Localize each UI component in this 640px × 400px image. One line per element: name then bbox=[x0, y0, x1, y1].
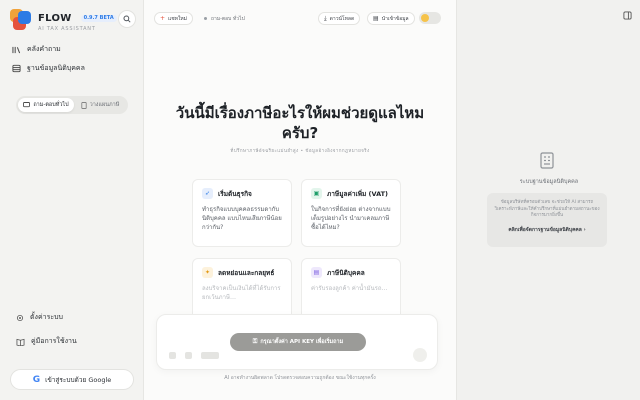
mode-tab-label: ถาม-ตอบทั่วไป bbox=[33, 102, 69, 108]
sidebar: FLOW 0.9.7 BETA AI TAX ASSISTANT คลังคำถ… bbox=[0, 0, 144, 400]
card-description: ค่ารับรองลูกค้า ค่าน้ำมันรถ… bbox=[311, 285, 388, 292]
google-login-label: เข้าสู่ระบบด้วย Google bbox=[45, 375, 112, 384]
chevron-right-icon: › bbox=[583, 226, 586, 233]
document-icon bbox=[81, 101, 87, 109]
card-description: ทำธุรกิจแบบบุคคลธรรมดากับ นิติบุคคล แบบไ… bbox=[202, 206, 282, 231]
library-icon bbox=[12, 46, 21, 53]
import-data-button[interactable]: ▤ นำเข้าข้อมูล bbox=[367, 12, 415, 25]
sidebar-item-label: คู่มือการใช้งาน bbox=[31, 337, 77, 345]
panel-toggle-icon bbox=[622, 10, 632, 20]
card-description: ในกิจการที่ยังย่อย ต่างจากแบบเต็มรูปอย่า… bbox=[311, 206, 391, 231]
download-label: ดาวน์โหลด bbox=[329, 15, 355, 22]
new-chat-button[interactable]: + แชทใหม่ bbox=[154, 12, 193, 25]
card-title: ลดหย่อนและกลยุทธ์ bbox=[218, 268, 275, 277]
sidebar-item-database[interactable]: ฐานข้อมูลนิติบุคคล bbox=[12, 63, 85, 74]
sidebar-item-guide[interactable]: คู่มือการใช้งาน bbox=[16, 336, 77, 347]
welcome-subline: ที่ปรึกษาภาษีอัจฉริยะแม่นยำสูง • ข้อมูลอ… bbox=[230, 149, 370, 154]
card-title: ภาษีนิติบุคคล bbox=[327, 268, 365, 277]
ai-disclaimer: AI อาจทำงานผิดพลาด โปรดตรวจสอบความถูกต้อ… bbox=[224, 375, 376, 381]
receipt-icon: ▣ bbox=[311, 188, 322, 199]
empty-state-description: ข้อมูลบริษัทที่ครอบตัวเลข จะช่วยให้ AI ส… bbox=[494, 200, 600, 218]
suggestion-card[interactable]: ▣ ภาษีมูลค่าเพิ่ม (VAT) ในกิจการที่ยังย่… bbox=[301, 179, 401, 247]
card-description: ลงบริจาคเป็นเงินได้ที่ได้รับการยกเว้นภาษ… bbox=[202, 285, 281, 301]
google-icon: G bbox=[32, 374, 41, 385]
mode-tab-label: วางแผนภาษี bbox=[89, 102, 120, 108]
sidebar-item-settings[interactable]: ตั้งค่าระบบ bbox=[16, 312, 63, 323]
flow-logo bbox=[10, 9, 32, 31]
status-dot-icon bbox=[204, 17, 207, 20]
sidebar-item-label: ตั้งค่าระบบ bbox=[30, 313, 63, 321]
chat-icon bbox=[23, 102, 31, 108]
microphone-icon[interactable] bbox=[185, 352, 192, 359]
api-key-label: กรุณาตั้งค่า API KEY เพื่อเริ่มถาม bbox=[260, 339, 344, 345]
manage-database-label: คลิกเพื่อจัดการฐานข้อมูลนิติบุคคล bbox=[508, 226, 582, 233]
current-mode-label: ถาม-ตอบ ทั่วไป bbox=[211, 15, 245, 22]
sidebar-item-library[interactable]: คลังคำถาม bbox=[12, 44, 61, 55]
card-title: ภาษีมูลค่าเพิ่ม (VAT) bbox=[327, 189, 389, 198]
main-chat-area: + แชทใหม่ ถาม-ตอบ ทั่วไป ⤓ ดาวน์โหลด ▤ น… bbox=[144, 0, 456, 400]
building-icon: ▤ bbox=[311, 267, 322, 278]
rocket-icon: ➶ bbox=[202, 188, 213, 199]
panel-title: ระบบฐานข้อมูลนิติบุคคล bbox=[519, 179, 579, 185]
send-button[interactable] bbox=[413, 348, 427, 362]
card-title: เริ่มต้นธุรกิจ bbox=[218, 189, 252, 198]
mode-tab-planning[interactable]: วางแผนภาษี bbox=[74, 98, 126, 112]
manage-database-link[interactable]: คลิกเพื่อจัดการฐานข้อมูลนิติบุคคล › bbox=[493, 226, 601, 234]
building-large-icon bbox=[540, 152, 554, 169]
database-small-icon: ▤ bbox=[373, 14, 379, 22]
theme-toggle[interactable] bbox=[419, 12, 441, 24]
key-icon: ⚿ bbox=[252, 338, 258, 345]
attach-icon[interactable] bbox=[169, 352, 176, 359]
empty-state-card: ข้อมูลบริษัทที่ครอบตัวเลข จะช่วยให้ AI ส… bbox=[487, 193, 607, 247]
download-icon: ⤓ bbox=[324, 14, 327, 22]
brand-name: FLOW bbox=[38, 13, 72, 24]
plus-icon: + bbox=[160, 14, 166, 22]
search-button[interactable] bbox=[118, 10, 136, 28]
import-data-label: นำเข้าข้อมูล bbox=[381, 15, 409, 22]
sun-icon bbox=[421, 14, 429, 22]
gear-icon bbox=[16, 314, 24, 321]
collapse-panel-button[interactable] bbox=[621, 9, 633, 21]
suggestion-card[interactable]: ➶ เริ่มต้นธุรกิจ ทำธุรกิจแบบบุคคลธรรมดาก… bbox=[192, 179, 292, 247]
mode-switcher: ถาม-ตอบทั่วไป วางแผนภาษี bbox=[16, 96, 128, 114]
chat-composer[interactable]: ⚿ กรุณาตั้งค่า API KEY เพื่อเริ่มถาม bbox=[156, 314, 438, 370]
lightbulb-icon: ✦ bbox=[202, 267, 213, 278]
breadcrumb: ถาม-ตอบ ทั่วไป bbox=[204, 12, 245, 25]
download-button[interactable]: ⤓ ดาวน์โหลด bbox=[318, 12, 361, 25]
brand-subtitle: AI TAX ASSISTANT bbox=[38, 26, 96, 32]
google-login-button[interactable]: G เข้าสู่ระบบด้วย Google bbox=[10, 369, 134, 390]
set-api-key-button[interactable]: ⚿ กรุณาตั้งค่า API KEY เพื่อเริ่มถาม bbox=[230, 333, 366, 351]
search-icon bbox=[123, 15, 131, 23]
composer-tools bbox=[169, 352, 219, 359]
version-badge: 0.9.7 BETA bbox=[80, 15, 117, 22]
brand[interactable]: FLOW 0.9.7 BETA AI TAX ASSISTANT bbox=[10, 8, 117, 32]
mode-tab-general[interactable]: ถาม-ตอบทั่วไป bbox=[18, 98, 74, 112]
sidebar-item-label: ฐานข้อมูลนิติบุคคล bbox=[27, 64, 85, 72]
welcome-headline: วันนี้มีเรื่องภาษีอะไรให้ผมช่วยดูแลไหมคร… bbox=[175, 104, 425, 142]
sidebar-item-label: คลังคำถาม bbox=[27, 45, 61, 53]
company-database-panel: ระบบฐานข้อมูลนิติบุคคล ข้อมูลบริษัทที่คร… bbox=[456, 0, 640, 400]
model-selector[interactable] bbox=[201, 352, 219, 359]
book-icon bbox=[16, 338, 25, 346]
new-chat-label: แชทใหม่ bbox=[168, 15, 187, 22]
database-icon bbox=[12, 64, 21, 73]
